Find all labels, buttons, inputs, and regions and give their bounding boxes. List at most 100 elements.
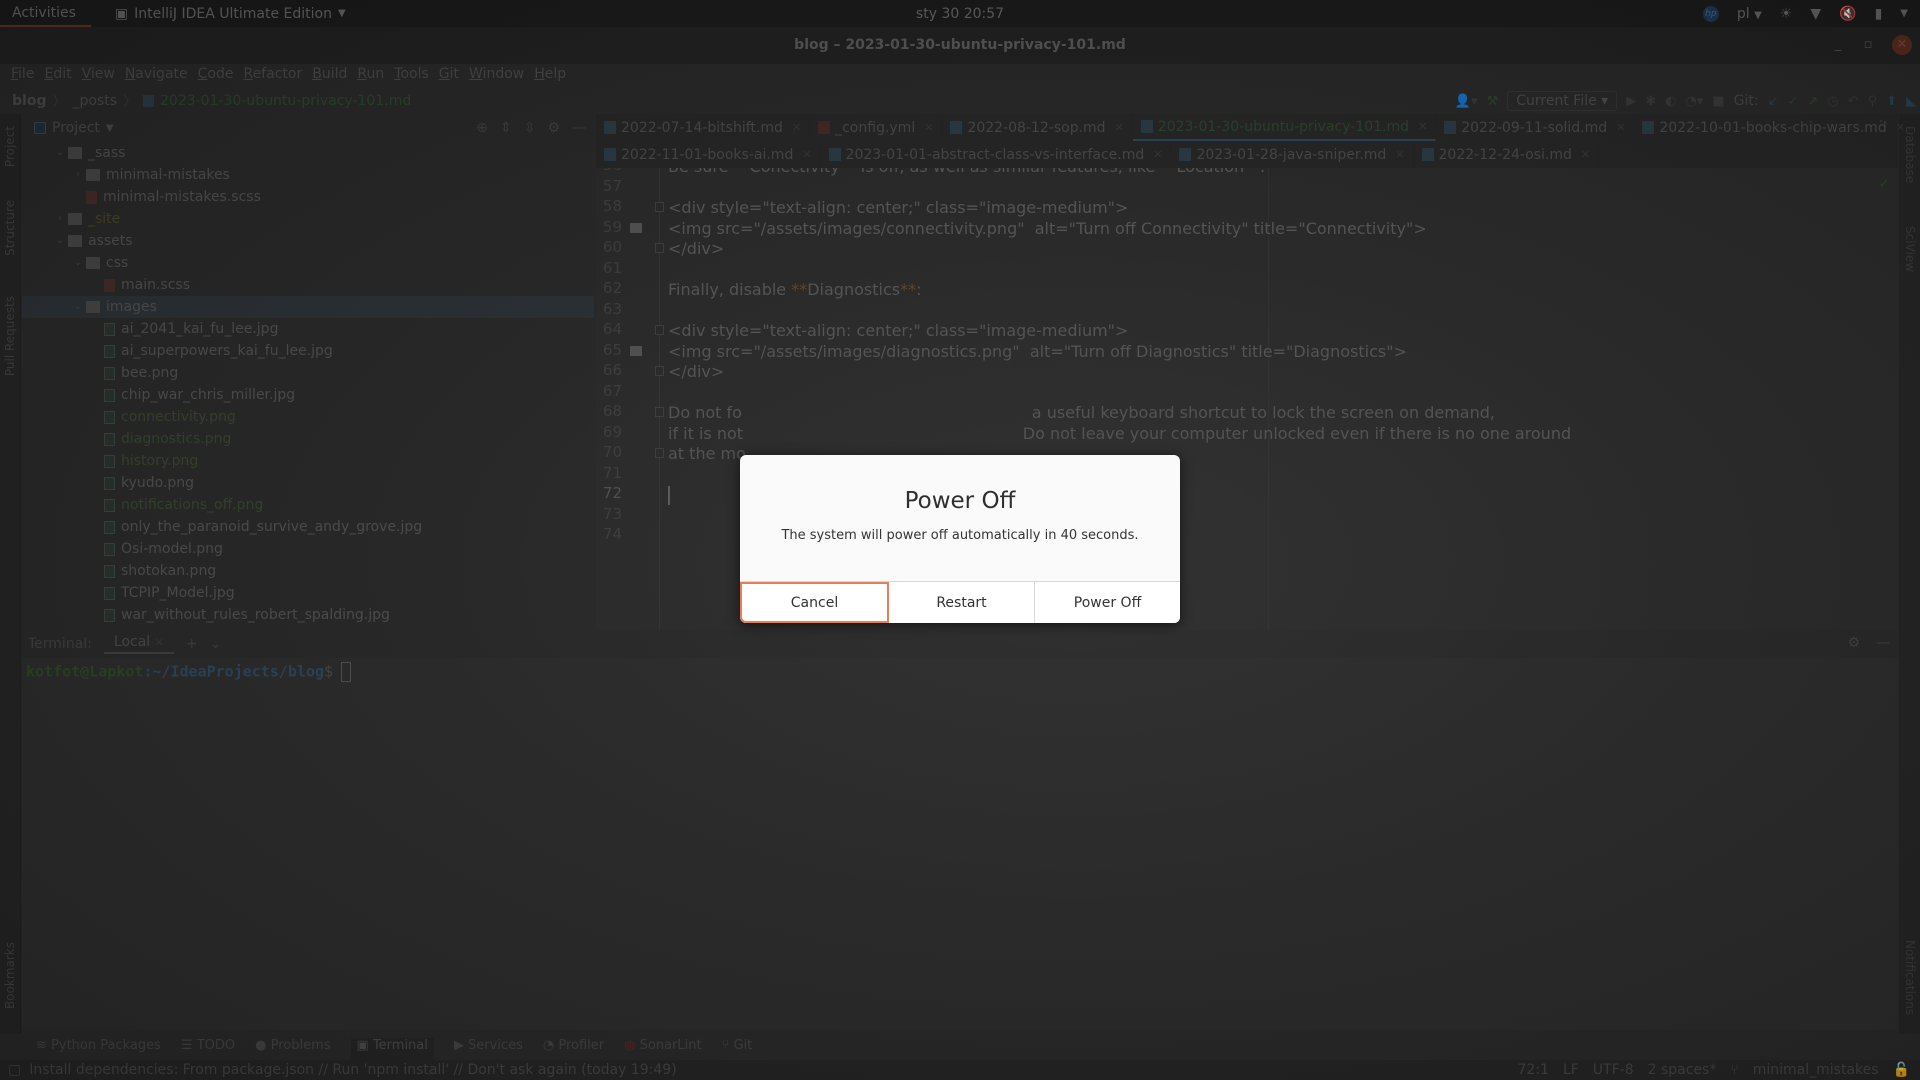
no-problems-check-icon[interactable]: ✓ bbox=[1878, 176, 1890, 192]
menu-git[interactable]: Git bbox=[434, 64, 464, 86]
git-history-icon[interactable]: ◷ bbox=[1827, 94, 1838, 109]
fold-marker-icon[interactable] bbox=[655, 243, 664, 253]
stop-icon[interactable]: ■ bbox=[1712, 94, 1724, 109]
fold-marker-icon[interactable] bbox=[655, 407, 664, 417]
git-branch[interactable]: minimal_mistakes bbox=[1753, 1062, 1879, 1078]
chevron-down-icon[interactable]: ⌄ bbox=[70, 296, 86, 318]
tool-window-button[interactable]: ☰ TODO bbox=[181, 1038, 235, 1060]
system-menu-chevron-icon[interactable]: ▼ bbox=[1900, 8, 1908, 19]
rollback-icon[interactable]: ↶ bbox=[1848, 94, 1859, 109]
menu-build[interactable]: Build bbox=[307, 64, 352, 86]
chevron-down-icon[interactable]: ⌄ bbox=[210, 636, 222, 652]
tool-window-button[interactable]: ▣ Terminal bbox=[350, 1038, 434, 1060]
night-light-icon[interactable]: ☀ bbox=[1780, 6, 1793, 22]
file-encoding[interactable]: UTF-8 bbox=[1593, 1062, 1634, 1078]
tree-item[interactable]: TCPIP_Model.jpg bbox=[22, 582, 594, 604]
editor-tab[interactable]: 2022-09-11-solid.md ✕ bbox=[1436, 114, 1635, 141]
stripe-sciview[interactable]: SciView bbox=[1903, 226, 1917, 272]
menu-refactor[interactable]: Refactor bbox=[238, 64, 307, 86]
status-message[interactable]: Install dependencies: From package.json … bbox=[29, 1062, 676, 1078]
line-number[interactable]: 58 bbox=[596, 197, 622, 215]
indent-setting[interactable]: 2 spaces* bbox=[1648, 1062, 1717, 1078]
menu-code[interactable]: Code bbox=[193, 64, 239, 86]
chevron-down-icon[interactable]: ▼ bbox=[106, 123, 114, 134]
keyboard-layout[interactable]: pl ▼ bbox=[1737, 6, 1762, 22]
cancel-button[interactable]: Cancel bbox=[740, 582, 889, 623]
git-push-icon[interactable]: ↗ bbox=[1807, 94, 1818, 109]
line-number[interactable]: 70 bbox=[596, 443, 622, 461]
line-number[interactable]: 68 bbox=[596, 402, 622, 420]
line-number[interactable]: 69 bbox=[596, 423, 622, 441]
new-terminal-icon[interactable]: + bbox=[186, 636, 198, 652]
gear-icon[interactable]: ⚙ bbox=[1847, 635, 1860, 651]
tree-item[interactable]: shotokan.png bbox=[22, 560, 594, 582]
fold-marker-icon[interactable] bbox=[655, 202, 664, 212]
close-tab-icon[interactable]: ✕ bbox=[802, 148, 811, 161]
tree-item[interactable]: ai_superpowers_kai_fu_lee.jpg bbox=[22, 340, 594, 362]
run-icon[interactable]: ▶ bbox=[1626, 94, 1636, 109]
menu-window[interactable]: Window bbox=[464, 64, 529, 86]
tool-window-button[interactable]: ≋ Python Packages bbox=[36, 1038, 161, 1060]
battery-icon[interactable]: ▮ bbox=[1875, 6, 1883, 22]
editor-tab[interactable]: 2023-01-30-ubuntu-privacy-101.md ✕ bbox=[1132, 114, 1437, 141]
user-icon[interactable]: 👤▾ bbox=[1455, 94, 1478, 109]
breadcrumb-file[interactable]: 2023-01-30-ubuntu-privacy-101.md bbox=[160, 93, 411, 109]
line-separator[interactable]: LF bbox=[1563, 1062, 1579, 1078]
stripe-bookmarks[interactable]: Bookmarks bbox=[3, 942, 17, 1009]
collapse-all-icon[interactable]: ⇳ bbox=[524, 120, 536, 136]
fold-marker-icon[interactable] bbox=[655, 325, 664, 335]
tree-item[interactable]: kyudo.png bbox=[22, 472, 594, 494]
maximize-button[interactable]: ▫ bbox=[1858, 35, 1878, 55]
menu-edit[interactable]: Edit bbox=[39, 64, 76, 86]
editor-tab[interactable]: 2022-10-01-books-chip-wars.md ✕ bbox=[1634, 114, 1914, 141]
expand-all-icon[interactable]: ⇕ bbox=[500, 120, 512, 136]
gear-icon[interactable]: ⚙ bbox=[547, 120, 560, 136]
tree-item[interactable]: diagnostics.png bbox=[22, 428, 594, 450]
editor-tab[interactable]: 2023-01-28-java-sniper.md ✕ bbox=[1171, 141, 1414, 168]
restart-button[interactable]: Restart bbox=[889, 582, 1035, 623]
image-preview-icon[interactable] bbox=[630, 222, 642, 233]
close-window-button[interactable]: ✕ bbox=[1892, 35, 1912, 55]
line-number[interactable]: 65 bbox=[596, 341, 622, 359]
tree-item[interactable]: main.scss bbox=[22, 274, 594, 296]
event-log-icon[interactable]: ▢ bbox=[8, 1062, 21, 1078]
line-number[interactable]: 73 bbox=[596, 505, 622, 523]
line-number[interactable]: 60 bbox=[596, 238, 622, 256]
volume-muted-icon[interactable]: 🔇 bbox=[1839, 6, 1856, 22]
profile-icon[interactable]: ◔▾ bbox=[1685, 94, 1703, 109]
hide-panel-icon[interactable]: — bbox=[1876, 635, 1890, 651]
app-menu[interactable]: ▣ IntelliJ IDEA Ultimate Edition ▼ bbox=[115, 6, 346, 22]
activities-button[interactable]: Activities bbox=[0, 0, 91, 27]
terminal-output[interactable]: kotfot@Lapkot:~/IdeaProjects/blog$ bbox=[22, 658, 1898, 1030]
line-number[interactable]: 61 bbox=[596, 259, 622, 277]
stripe-project[interactable]: Project bbox=[3, 126, 17, 167]
tree-item[interactable]: only_the_paranoid_survive_andy_grove.jpg bbox=[22, 516, 594, 538]
chevron-down-icon[interactable]: ⌄ bbox=[52, 142, 68, 164]
close-tab-icon[interactable]: ✕ bbox=[792, 121, 801, 134]
editor-tab[interactable]: 2022-12-24-osi.md ✕ bbox=[1414, 141, 1600, 168]
hp-icon[interactable]: hp bbox=[1702, 5, 1719, 22]
toolbox-icon[interactable]: ◣ bbox=[1906, 94, 1916, 109]
tree-item[interactable]: connectivity.png bbox=[22, 406, 594, 428]
lock-icon[interactable]: 🔓 bbox=[1893, 1062, 1910, 1078]
git-commit-icon[interactable]: ✓ bbox=[1788, 94, 1799, 109]
line-number[interactable]: 64 bbox=[596, 320, 622, 338]
tree-item[interactable]: history.png bbox=[22, 450, 594, 472]
line-number[interactable]: 72 bbox=[596, 484, 622, 502]
tree-item[interactable]: bee.png bbox=[22, 362, 594, 384]
close-tab-icon[interactable]: ✕ bbox=[1581, 148, 1590, 161]
line-number[interactable]: 63 bbox=[596, 300, 622, 318]
tree-item[interactable]: ⌄ assets bbox=[22, 230, 594, 252]
line-number[interactable]: 71 bbox=[596, 464, 622, 482]
hide-panel-icon[interactable]: — bbox=[572, 120, 586, 136]
chevron-right-icon[interactable]: › bbox=[52, 208, 68, 230]
tree-item[interactable]: ⌄ images bbox=[22, 296, 594, 318]
debug-icon[interactable]: ✱ bbox=[1645, 94, 1656, 109]
tree-item[interactable]: minimal-mistakes.scss bbox=[22, 186, 594, 208]
tree-item[interactable]: notifications_off.png bbox=[22, 494, 594, 516]
image-preview-icon[interactable] bbox=[630, 345, 642, 356]
tree-item[interactable]: war_without_rules_robert_spalding.jpg bbox=[22, 604, 594, 626]
close-tab-icon[interactable]: ✕ bbox=[1115, 121, 1124, 134]
tool-window-button[interactable]: ◍ SonarLint bbox=[624, 1038, 701, 1060]
tool-window-button[interactable]: ⑂ Git bbox=[722, 1038, 753, 1060]
